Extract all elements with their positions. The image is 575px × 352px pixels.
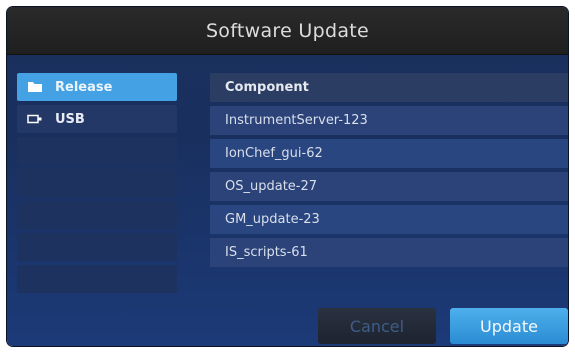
sidebar-empty-slot <box>17 169 177 197</box>
sidebar-item-label: Release <box>55 79 113 95</box>
cancel-button[interactable]: Cancel <box>318 308 436 344</box>
component-list: Component InstrumentServer-123 IonChef_g… <box>210 73 568 271</box>
software-update-dialog: Software Update Release USB Component In… <box>7 7 568 346</box>
source-sidebar: Release USB <box>17 73 177 297</box>
sidebar-empty-slot <box>17 201 177 229</box>
component-rows: InstrumentServer-123 IonChef_gui-62 OS_u… <box>210 106 568 267</box>
list-item[interactable]: OS_update-27 <box>210 172 568 201</box>
dialog-title: Software Update <box>205 19 370 42</box>
usb-drive-icon <box>27 113 43 125</box>
list-item[interactable]: IonChef_gui-62 <box>210 139 568 168</box>
list-item[interactable]: IS_scripts-61 <box>210 238 568 267</box>
column-header-component: Component <box>210 73 568 102</box>
sidebar-empty-slot <box>17 265 177 293</box>
update-button[interactable]: Update <box>450 308 568 344</box>
sidebar-empty-slot <box>17 137 177 165</box>
sidebar-empty-slot <box>17 233 177 261</box>
title-bar: Software Update <box>7 7 568 55</box>
sidebar-item-release[interactable]: Release <box>17 73 177 101</box>
sidebar-item-label: USB <box>55 111 85 127</box>
list-item[interactable]: GM_update-23 <box>210 205 568 234</box>
list-item[interactable]: InstrumentServer-123 <box>210 106 568 135</box>
folder-icon <box>27 81 43 93</box>
sidebar-item-usb[interactable]: USB <box>17 105 177 133</box>
